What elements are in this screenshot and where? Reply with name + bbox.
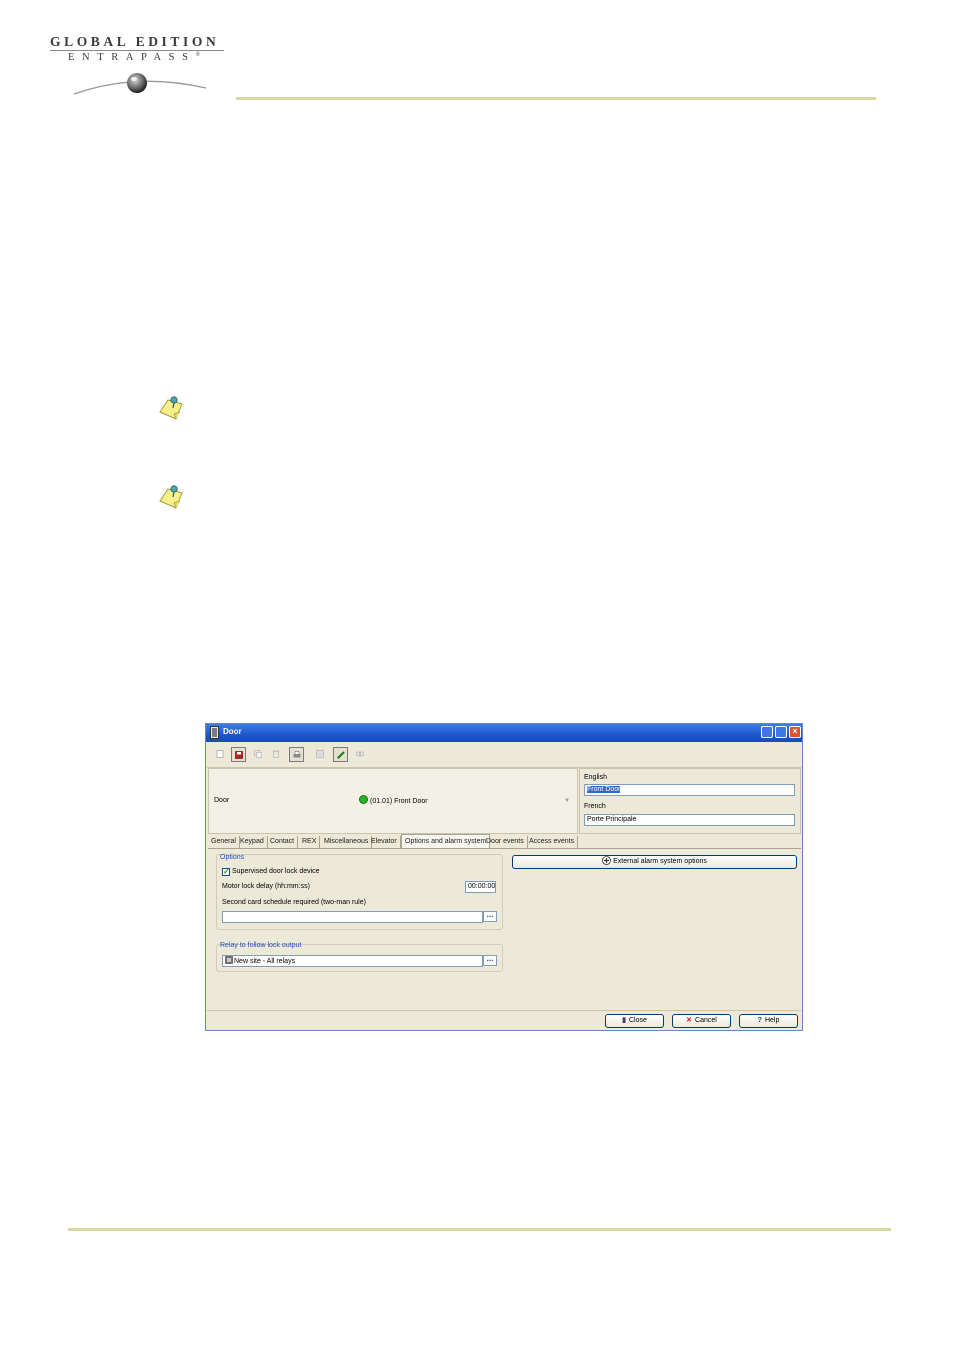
french-label: French (584, 803, 606, 810)
header-rule (236, 97, 876, 100)
find-button[interactable] (353, 747, 368, 762)
save-icon (235, 751, 243, 759)
tab-contact[interactable]: Contact (267, 836, 299, 848)
brand-line2: ENTRAPASS® (68, 52, 200, 63)
tab-general[interactable]: General (208, 836, 240, 848)
help-label: Help (764, 1017, 780, 1024)
plus-icon (602, 856, 612, 865)
title-bar[interactable]: Door × (206, 724, 802, 742)
note-icon (159, 396, 183, 420)
motor-delay-field[interactable]: 00:00:00 (465, 881, 496, 893)
door-icon (210, 726, 219, 739)
door-header: Door (01.01) Front Door ▼ (208, 768, 578, 834)
browse-relay-button[interactable]: ... (483, 955, 497, 966)
dialog-title: Door (223, 727, 242, 736)
delete-button[interactable] (269, 747, 284, 762)
door-dialog: Door × Door (01.01) Front Door ▼ English… (205, 723, 803, 1031)
english-label: English (584, 774, 607, 781)
toolbar (207, 743, 801, 768)
language-panel: English Front Door French Porte Principa… (579, 768, 801, 834)
grid-button[interactable] (313, 747, 328, 762)
print-button[interactable] (289, 747, 304, 762)
help-button[interactable]: ? Help (739, 1014, 798, 1028)
cancel-label: Cancel (695, 1017, 717, 1024)
find-icon (356, 751, 364, 757)
orbit-emblem-icon (73, 73, 207, 95)
note-icon (159, 485, 183, 509)
chevron-down-icon[interactable]: ▼ (564, 795, 570, 807)
second-card-label: Second card schedule required (two-man r… (222, 899, 366, 906)
close-window-button[interactable]: × (789, 726, 801, 738)
browse-schedule-button[interactable]: ... (483, 911, 497, 922)
copy-icon (254, 750, 262, 758)
brand-name: ENTRAPASS (68, 52, 196, 63)
link-button[interactable] (333, 747, 348, 762)
button-bar: ▮ Close ✕ Cancel ? Help (207, 1010, 801, 1031)
door-exit-icon: ▮ (622, 1017, 626, 1024)
tab-access-events[interactable]: Access events (526, 836, 579, 848)
delete-icon (272, 750, 280, 758)
brand-logo: GLOBAL EDITION ENTRAPASS® (46, 30, 236, 102)
relay-value: New site - All relays (234, 958, 296, 965)
help-icon: ? (757, 1017, 762, 1024)
relay-group-title: Relay to follow lock output (220, 942, 302, 949)
french-name-field[interactable]: Porte Principale (584, 814, 795, 826)
relay-field[interactable]: New site - All relays (222, 955, 483, 967)
options-group-title: Options (220, 854, 245, 861)
second-card-field[interactable] (222, 911, 483, 923)
link-icon (337, 751, 345, 759)
trademark: ® (195, 52, 201, 58)
save-button[interactable] (231, 747, 246, 762)
door-combo[interactable]: (01.01) Front Door ▼ (359, 795, 572, 807)
relay-icon (225, 956, 233, 964)
tab-keypad[interactable]: Keypad (237, 836, 268, 848)
door-label: Door (214, 797, 230, 804)
brand-divider (50, 50, 224, 51)
motor-delay-label: Motor lock delay (hh:mm:ss) (222, 883, 310, 890)
new-button[interactable] (213, 747, 228, 762)
footer-rule (68, 1228, 891, 1231)
copy-button[interactable] (251, 747, 266, 762)
door-status-icon (359, 795, 368, 804)
tab-elevator[interactable]: Elevator (368, 836, 401, 848)
tab-options-and-alarm-system[interactable]: Options and alarm system (401, 834, 491, 849)
brand-line1: GLOBAL EDITION (50, 34, 220, 49)
english-name-field[interactable]: Front Door (584, 784, 795, 796)
cancel-button[interactable]: ✕ Cancel (672, 1014, 731, 1028)
cancel-icon: ✕ (686, 1017, 693, 1024)
options-panel: Options ✓ Supervised door lock device Mo… (208, 848, 801, 1006)
supervised-label: Supervised door lock device (232, 868, 320, 875)
new-icon (216, 750, 224, 758)
door-value: (01.01) Front Door (370, 798, 428, 805)
print-icon (293, 751, 301, 758)
close-button[interactable]: ▮ Close (605, 1014, 664, 1028)
supervised-checkbox[interactable]: ✓ (222, 868, 230, 876)
external-alarm-label: External alarm system options (613, 858, 707, 865)
tab-door-events[interactable]: Door events (483, 836, 528, 848)
tab-miscellaneous[interactable]: Miscellaneous (321, 836, 373, 848)
external-alarm-button[interactable]: External alarm system options (512, 855, 797, 869)
grid-icon (316, 750, 324, 758)
minimize-button[interactable] (761, 726, 773, 738)
close-label: Close (628, 1017, 647, 1024)
english-name-value: Front Door (587, 786, 621, 793)
tab-rex[interactable]: REX (299, 836, 321, 848)
maximize-button[interactable] (775, 726, 787, 738)
